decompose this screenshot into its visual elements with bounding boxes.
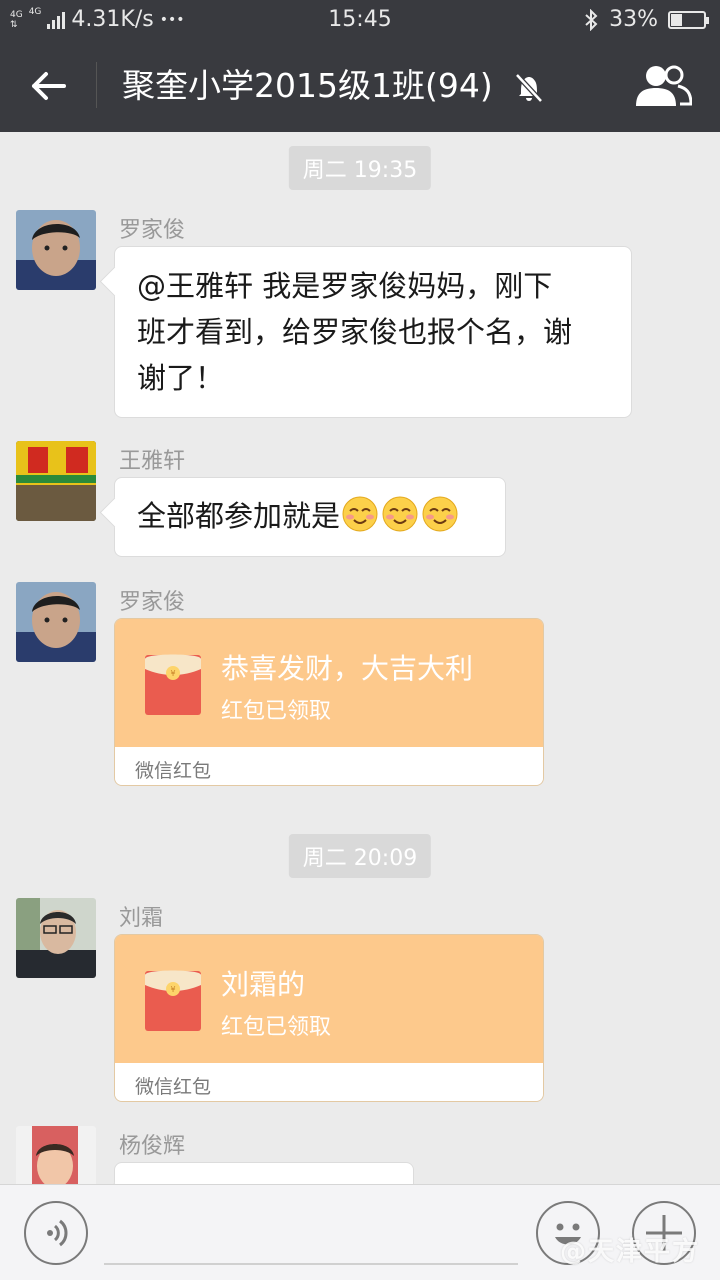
avatar[interactable] [16, 210, 96, 290]
message-item: 罗家俊 ¥ 恭喜发财，大吉大利 红包已领取 微信红包 [16, 582, 706, 792]
message-item: 杨俊辉 [16, 1126, 706, 1184]
mute-bell-icon [515, 73, 543, 103]
message-line: 班才看到，给罗家俊也报个名，谢 [137, 315, 573, 349]
title-divider [96, 62, 97, 108]
avatar[interactable] [16, 582, 96, 662]
blush-emoji-icon [382, 496, 418, 532]
svg-text:¥: ¥ [170, 985, 175, 994]
avatar-image [16, 898, 96, 978]
sender-name: 刘霜 [119, 906, 164, 931]
red-packet-footer: 微信红包 [115, 1063, 543, 1101]
back-arrow-icon [32, 72, 66, 100]
text-bubble[interactable]: 全部都参加就是 [114, 477, 506, 557]
red-packet[interactable]: ¥ 刘霜的 红包已领取 微信红包 [114, 934, 544, 1102]
voice-icon [47, 1219, 68, 1247]
avatar[interactable] [16, 898, 96, 978]
avatar-image [16, 441, 96, 521]
back-button[interactable] [22, 62, 74, 110]
text-bubble[interactable]: @王雅轩 我是罗家俊妈妈，刚下 班才看到，给罗家俊也报个名，谢 谢了！ [114, 246, 632, 418]
sender-name: 罗家俊 [119, 590, 186, 615]
input-bar: @天津平方 [0, 1184, 720, 1280]
message-input[interactable] [104, 1263, 518, 1265]
group-members-button[interactable] [636, 64, 693, 110]
message-item: 王雅轩 全部都参加就是 [16, 441, 706, 571]
avatar[interactable] [16, 441, 96, 521]
blush-emoji-icon [342, 496, 378, 532]
message-line: @王雅轩 我是罗家俊妈妈，刚下 [137, 269, 553, 303]
red-packet[interactable]: ¥ 恭喜发财，大吉大利 红包已领取 微信红包 [114, 618, 544, 786]
message-text: 全部都参加就是 [137, 499, 341, 533]
red-packet-footer: 微信红包 [115, 747, 543, 785]
blush-emoji-icon [422, 496, 458, 532]
status-bar: 4G ⇅ 4G 4.31K/s ••• 15:45 33% [0, 0, 720, 40]
title-bar: 聚奎小学2015级1班(94) [0, 40, 720, 132]
svg-text:¥: ¥ [170, 669, 175, 678]
avatar-image [16, 1126, 96, 1184]
bluetooth-icon [585, 8, 598, 31]
red-packet-title: 刘霜的 [221, 968, 306, 1001]
time-divider: 周二 20:09 [288, 834, 432, 878]
text-bubble[interactable] [114, 1162, 414, 1184]
emoji-group [340, 496, 460, 533]
red-packet-icon: ¥ [145, 970, 201, 1031]
battery-icon [668, 10, 709, 29]
sender-name: 杨俊辉 [119, 1134, 186, 1159]
group-members-icon [636, 65, 693, 106]
avatar-image [16, 582, 96, 662]
red-packet-title: 恭喜发财，大吉大利 [221, 652, 474, 685]
red-packet-icon: ¥ [145, 654, 201, 715]
red-packet-status: 红包已领取 [221, 699, 332, 724]
battery-fill [671, 13, 682, 26]
battery-percent: 33% [609, 7, 658, 32]
red-packet-body: ¥ 刘霜的 红包已领取 [115, 935, 543, 1063]
watermark: @天津平方 [559, 1237, 700, 1267]
chat-title: 聚奎小学2015级1班(94) [122, 66, 493, 105]
red-packet-body: ¥ 恭喜发财，大吉大利 红包已领取 [115, 619, 543, 747]
chat-area[interactable]: 周二 19:35 罗家俊 @王雅轩 我是罗家俊妈妈，刚下 班才看到，给罗家俊也报… [0, 132, 720, 1184]
voice-button[interactable] [24, 1201, 88, 1265]
message-item: 罗家俊 @王雅轩 我是罗家俊妈妈，刚下 班才看到，给罗家俊也报个名，谢 谢了！ [16, 210, 706, 420]
message-item: 刘霜 ¥ 刘霜的 红包已领取 微信红包 [16, 898, 706, 1108]
red-packet-status: 红包已领取 [221, 1015, 332, 1040]
sender-name: 王雅轩 [119, 449, 186, 474]
status-right: 33% [583, 7, 709, 32]
message-line: 谢了！ [137, 361, 225, 395]
avatar-image [16, 210, 96, 290]
sender-name: 罗家俊 [119, 218, 186, 243]
avatar[interactable] [16, 1126, 96, 1184]
time-divider: 周二 19:35 [288, 146, 432, 190]
